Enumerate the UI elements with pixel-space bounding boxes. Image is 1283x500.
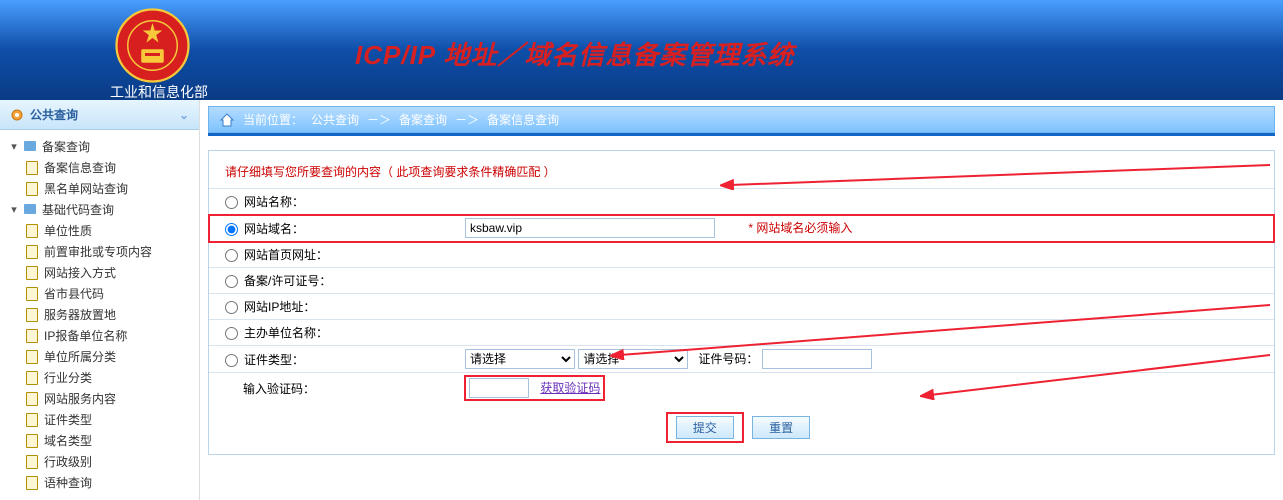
label-ip: 网站IP地址：	[244, 300, 315, 314]
label-sponsor: 主办单位名称：	[244, 326, 328, 340]
radio-home-url[interactable]	[225, 249, 238, 262]
page-icon	[26, 392, 40, 406]
sidebar: 公共查询 ⌄ ▾ 备案查询 备案信息查询 黑名单网站查询▾ 基础代码查询 单位性…	[0, 100, 200, 500]
page-icon	[26, 371, 40, 385]
select-cert-type-1[interactable]: 请选择	[465, 349, 575, 369]
page-icon	[26, 224, 40, 238]
chevron-down-icon[interactable]: ⌄	[179, 108, 189, 122]
sidebar-section-header[interactable]: 公共查询 ⌄	[0, 100, 199, 130]
breadcrumb-a[interactable]: 公共查询	[311, 111, 359, 128]
submit-button[interactable]: 提交	[676, 416, 734, 439]
page-icon	[26, 308, 40, 322]
tree-child[interactable]: 语种查询	[8, 472, 195, 493]
page-icon	[26, 413, 40, 427]
breadcrumb-c[interactable]: 备案信息查询	[487, 111, 559, 128]
national-emblem-icon	[115, 8, 190, 83]
page-icon	[26, 245, 40, 259]
tree-child[interactable]: 前置审批或专项内容	[8, 241, 195, 262]
radio-ip[interactable]	[225, 301, 238, 314]
get-captcha-link[interactable]: 获取验证码	[540, 381, 600, 395]
input-site-domain[interactable]	[465, 218, 715, 238]
tree-child[interactable]: 单位性质	[8, 220, 195, 241]
divider	[208, 133, 1275, 136]
page-icon	[26, 434, 40, 448]
gear-icon	[10, 108, 24, 122]
page-icon	[26, 455, 40, 469]
tree-child[interactable]: 服务器放置地	[8, 304, 195, 325]
domain-required-note: * 网站域名必须输入	[748, 221, 852, 235]
tree-parent[interactable]: ▾ 备案查询	[8, 136, 195, 157]
label-site-name: 网站名称：	[244, 195, 304, 209]
tree-child[interactable]: 省市县代码	[8, 283, 195, 304]
label-captcha: 输入验证码：	[243, 382, 315, 396]
tree-child[interactable]: 单位所属分类	[8, 346, 195, 367]
radio-site-name[interactable]	[225, 196, 238, 209]
label-site-domain: 网站域名：	[244, 222, 304, 236]
nav-tree: ▾ 备案查询 备案信息查询 黑名单网站查询▾ 基础代码查询 单位性质 前置审批或…	[0, 130, 199, 499]
page-icon	[26, 161, 40, 175]
sidebar-section-label: 公共查询	[30, 106, 78, 123]
minus-icon[interactable]: ▾	[8, 204, 20, 216]
radio-site-domain[interactable]	[225, 223, 238, 236]
minus-icon[interactable]: ▾	[8, 141, 20, 153]
label-cert-no: 证件号码：	[698, 352, 758, 366]
page-icon	[26, 329, 40, 343]
tree-child[interactable]: 备案信息查询	[8, 157, 195, 178]
main-panel: 当前位置： 公共查询 －＞ 备案查询 －＞ 备案信息查询 请仔细填写您所要查询的…	[200, 100, 1283, 500]
tree-child[interactable]: 行业分类	[8, 367, 195, 388]
select-cert-type-2[interactable]: 请选择	[578, 349, 688, 369]
home-icon	[219, 112, 235, 128]
app-header: 工业和信息化部 ICP/IP 地址／域名信息备案管理系统	[0, 0, 1283, 100]
tree-child[interactable]: 行政级别	[8, 451, 195, 472]
page-icon	[26, 182, 40, 196]
page-icon	[26, 476, 40, 490]
tree-child[interactable]: 黑名单网站查询	[8, 178, 195, 199]
tree-parent[interactable]: ▾ 基础代码查询	[8, 199, 195, 220]
tree-child[interactable]: 网站接入方式	[8, 262, 195, 283]
tree-child[interactable]: IP报备单位名称	[8, 325, 195, 346]
breadcrumb-loc-label: 当前位置：	[243, 111, 303, 128]
breadcrumb-sep: －＞	[455, 111, 479, 128]
page-icon	[26, 350, 40, 364]
form-instruction: 请仔细填写您所要查询的内容（ 此项查询要求条件精确匹配 ）	[209, 159, 1274, 188]
org-name: 工业和信息化部	[110, 82, 208, 102]
breadcrumb-sep: －＞	[367, 111, 391, 128]
page-icon	[26, 287, 40, 301]
query-form: 请仔细填写您所要查询的内容（ 此项查询要求条件精确匹配 ） 网站名称： 网站域名…	[208, 150, 1275, 455]
folder-icon	[24, 140, 38, 154]
system-title: ICP/IP 地址／域名信息备案管理系统	[355, 35, 794, 72]
tree-child[interactable]: 域名类型	[8, 430, 195, 451]
folder-icon	[24, 203, 38, 217]
input-captcha[interactable]	[469, 378, 529, 398]
reset-button[interactable]: 重置	[752, 416, 810, 439]
tree-child[interactable]: 证件类型	[8, 409, 195, 430]
label-home-url: 网站首页网址：	[244, 248, 328, 262]
breadcrumb: 当前位置： 公共查询 －＞ 备案查询 －＞ 备案信息查询	[208, 106, 1275, 133]
radio-license[interactable]	[225, 275, 238, 288]
tree-child[interactable]: 网站服务内容	[8, 388, 195, 409]
breadcrumb-b[interactable]: 备案查询	[399, 111, 447, 128]
input-cert-no[interactable]	[762, 349, 872, 369]
page-icon	[26, 266, 40, 280]
label-license: 备案/许可证号：	[244, 274, 331, 288]
label-cert-type: 证件类型：	[244, 353, 304, 367]
radio-sponsor[interactable]	[225, 327, 238, 340]
radio-cert-type[interactable]	[225, 354, 238, 367]
